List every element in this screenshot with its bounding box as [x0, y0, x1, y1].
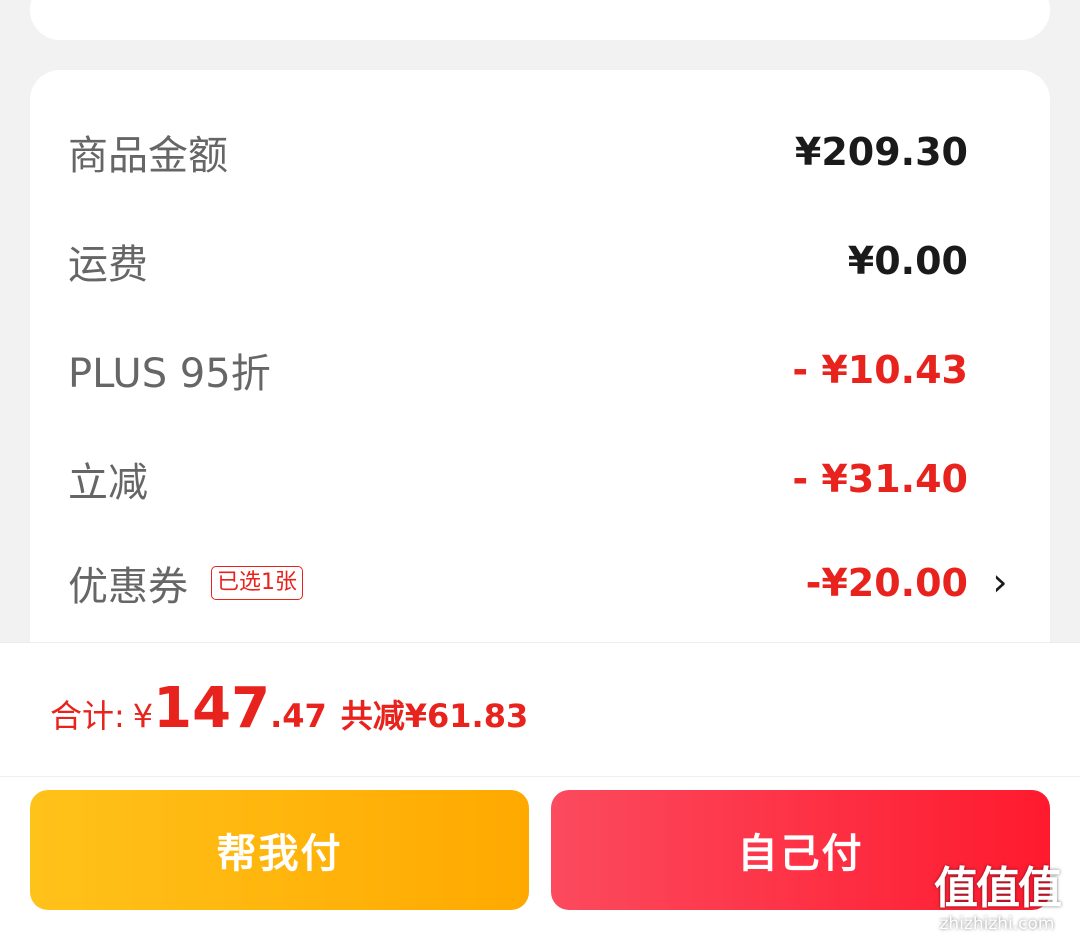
site-watermark: 值值值 zhizhizhi.com [922, 864, 1072, 938]
coupon-discount-value: -¥20.00 [805, 561, 968, 605]
help-me-pay-label: 帮我付 [216, 831, 343, 877]
checkout-divider [0, 776, 1080, 777]
instant-discount-value: - ¥31.40 [792, 457, 968, 501]
total-amount-integer: 147 [153, 676, 271, 741]
pay-myself-label: 自己付 [737, 831, 864, 877]
previous-section-card [30, 0, 1050, 40]
help-me-pay-button[interactable]: 帮我付 [30, 790, 529, 910]
total-saved-amount: 共减¥61.83 [340, 697, 529, 735]
coupon-selected-badge: 已选1张 [211, 566, 303, 600]
chevron-right-icon[interactable]: › [985, 560, 1015, 604]
goods-amount-row: 商品金额 ¥209.30 [68, 122, 968, 182]
plus-discount-value: - ¥10.43 [792, 348, 968, 392]
goods-amount-label: 商品金额 [68, 133, 228, 179]
order-total: 合计: ¥147.47 共减¥61.83 [50, 676, 528, 746]
total-amount-decimal: .47 [270, 697, 327, 735]
shipping-fee-value: ¥0.00 [847, 239, 968, 283]
instant-discount-label: 立减 [68, 460, 148, 506]
watermark-site-text: zhizhizhi.com [939, 914, 1055, 934]
shipping-fee-row: 运费 ¥0.00 [68, 231, 968, 291]
shipping-fee-label: 运费 [68, 242, 148, 288]
goods-amount-value: ¥209.30 [794, 130, 968, 174]
coupon-row[interactable]: 优惠券 已选1张 -¥20.00 [68, 553, 968, 613]
watermark-logo-text: 值值值 [934, 863, 1062, 914]
plus-discount-label: PLUS 95折 [68, 351, 271, 397]
plus-discount-row: PLUS 95折 - ¥10.43 [68, 340, 968, 400]
total-label: 合计: [50, 697, 125, 735]
total-currency-symbol: ¥ [132, 697, 154, 735]
coupon-label: 优惠券 [68, 564, 188, 610]
instant-discount-row: 立减 - ¥31.40 [68, 449, 968, 509]
